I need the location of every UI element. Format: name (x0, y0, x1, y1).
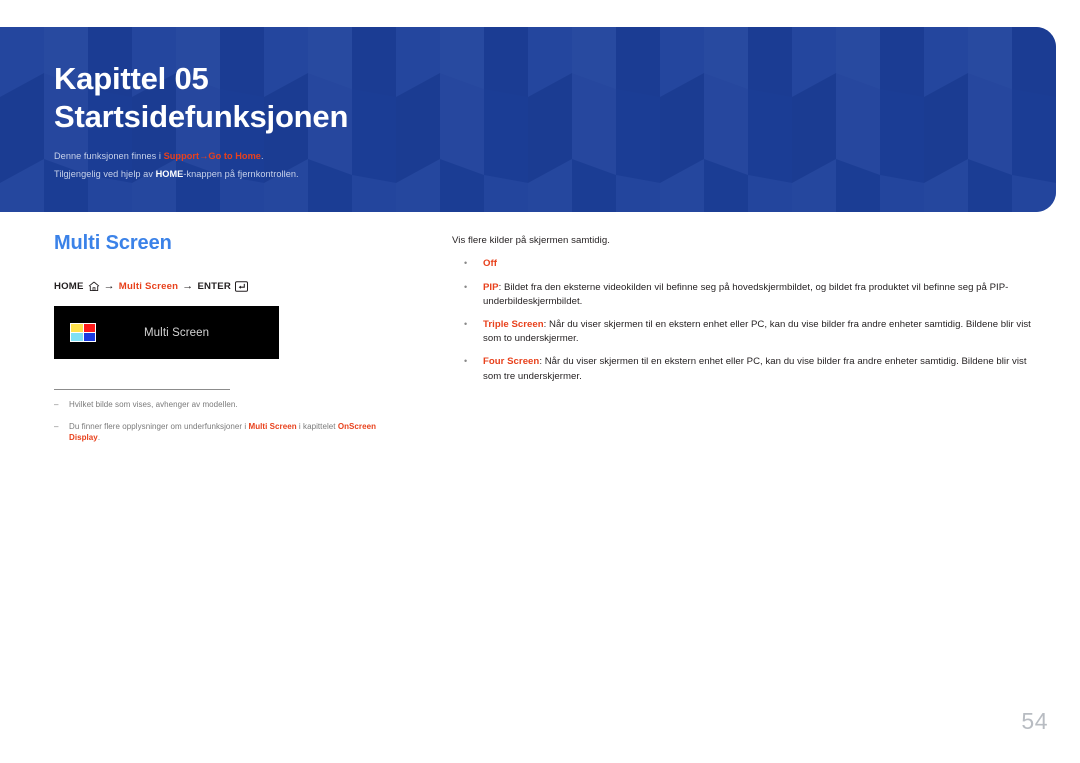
banner-home-key-label: HOME (155, 169, 184, 180)
note-item: – Hvilket bilde som vises, avhenger av mo… (54, 399, 404, 411)
page-body: Multi Screen HOME → Multi Screen → ENTER (0, 212, 1080, 763)
note-text-prefix: Du finner flere opplysninger om underfun… (69, 421, 249, 431)
option-item-triple-screen: • Triple Screen: Når du viser skjermen ti… (452, 318, 1037, 346)
multi-screen-icon (70, 323, 96, 342)
option-description: : Når du viser skjermen til en ekstern e… (483, 356, 1027, 382)
intro-text: Vis flere kilder på skjermen samtidig. (452, 235, 610, 246)
option-description: : Bildet fra den eksterne videokilden vi… (483, 281, 1009, 307)
notes-divider (54, 389, 230, 390)
banner-subtitle-line-2: Tilgjengelig ved hjelp av HOME-knappen p… (54, 166, 1056, 184)
menu-navigation-path: HOME → Multi Screen → ENTER (54, 280, 404, 292)
nav-home-label: HOME (54, 280, 84, 292)
nav-arrow-1: → (103, 280, 115, 292)
nav-menu-label: Multi Screen (118, 280, 179, 292)
bullet-icon: • (464, 318, 468, 329)
left-column: Multi Screen HOME → Multi Screen → ENTER (54, 232, 404, 444)
option-name: Four Screen (483, 356, 540, 368)
nav-enter-label: ENTER (197, 280, 231, 292)
option-item-four-screen: • Four Screen: Når du viser skjermen til … (452, 355, 1037, 383)
note-dash: – (54, 400, 59, 409)
banner-content: Kapittel 05 Startsidefunksjonen Denne fu… (54, 61, 1056, 184)
banner-sub-prefix: Denne funksjonen finnes i (54, 151, 164, 162)
banner-subtitle: Denne funksjonen finnes i Support→Go to … (54, 148, 1056, 184)
osd-preview-label: Multi Screen (144, 326, 210, 339)
bullet-icon: • (464, 281, 468, 292)
option-list: • Off • PIP: Bildet fra den eksterne video… (452, 257, 1037, 383)
chapter-title: Startsidefunksjonen (54, 98, 349, 134)
option-item-off: • Off (452, 257, 1037, 271)
banner-link-go-to-home[interactable]: Go to Home (208, 151, 261, 161)
note-emphasis-multi-screen: Multi Screen (248, 421, 297, 431)
section-heading: Multi Screen (54, 232, 172, 254)
note-dash: – (54, 421, 59, 431)
banner-sub-suffix: . (260, 151, 264, 162)
banner-sub2-prefix: Tilgjengelig ved hjelp av (54, 169, 156, 180)
notes-list: – Hvilket bilde som vises, avhenger av mo… (54, 399, 404, 444)
right-column: Vis flere kilder på skjermen samtidig. •… (452, 234, 1037, 384)
chapter-label: Kapittel 05 (54, 61, 209, 96)
note-text-suffix: . (97, 433, 101, 443)
bullet-icon: • (464, 356, 468, 367)
nav-arrow-2: → (182, 280, 194, 292)
osd-preview-box: Multi Screen (54, 306, 279, 359)
banner-sub2-suffix: -knappen på fjernkontrollen. (183, 169, 299, 180)
option-name: Triple Screen (483, 318, 544, 330)
option-name: Off (483, 258, 497, 270)
chapter-banner: Kapittel 05 Startsidefunksjonen Denne fu… (0, 27, 1056, 212)
banner-link-support[interactable]: Support (164, 151, 200, 161)
note-text-middle: i kapittelet (296, 421, 338, 431)
option-description: : Når du viser skjermen til en ekstern e… (483, 318, 1031, 345)
bullet-icon: • (464, 258, 468, 269)
option-item-pip: • PIP: Bildet fra den eksterne videokilde… (452, 281, 1037, 309)
option-name: PIP (483, 281, 499, 293)
note-text: Hvilket bilde som vises, avhenger av mod… (69, 400, 238, 409)
home-icon (88, 281, 100, 292)
banner-subtitle-line-1: Denne funksjonen finnes i Support→Go to … (54, 148, 1056, 166)
note-item: – Du finner flere opplysninger om underfu… (54, 421, 404, 444)
enter-key-icon (234, 280, 248, 292)
page-number: 54 (1021, 708, 1048, 734)
